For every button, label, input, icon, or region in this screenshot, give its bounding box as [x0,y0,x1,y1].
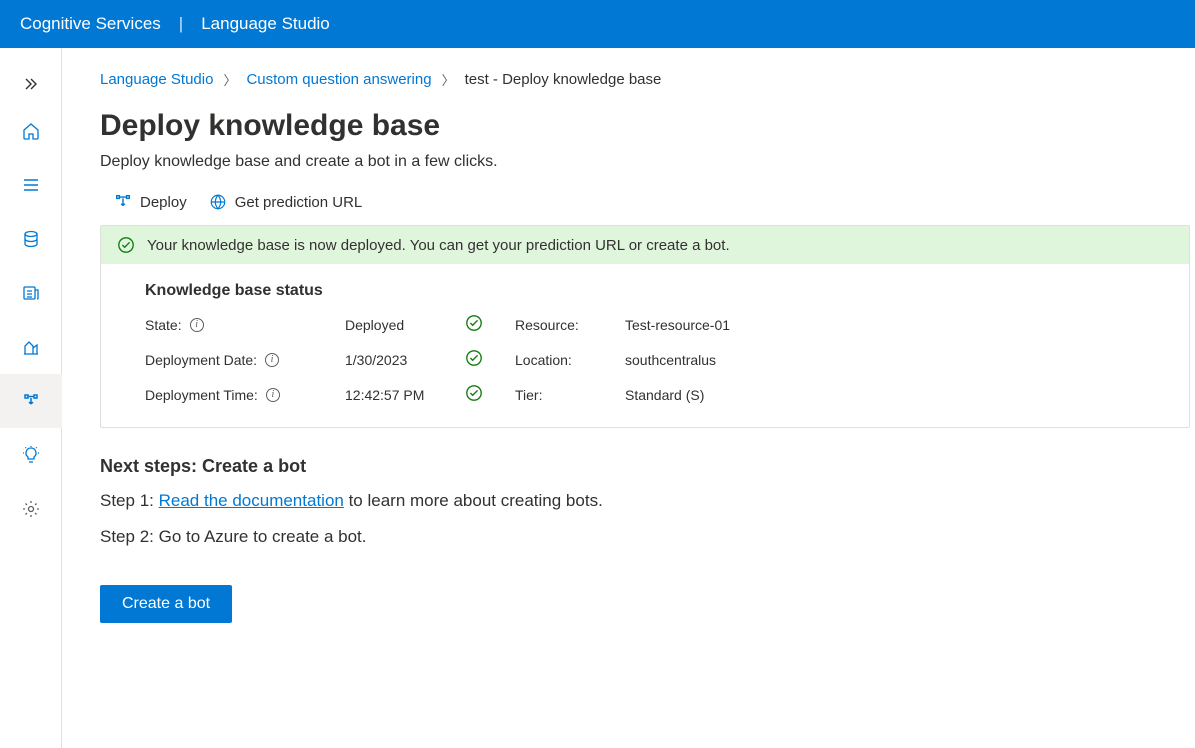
check-circle-icon [117,236,135,254]
breadcrumb: Language Studio 〉 Custom question answer… [100,70,1190,89]
left-rail [0,48,62,748]
date-label: Deployment Date: i [145,352,345,368]
database-icon [21,229,41,249]
rail-settings[interactable] [0,482,62,536]
chevron-right-icon: 〉 [442,70,455,89]
check-circle-icon [465,384,483,402]
rail-home[interactable] [0,104,62,158]
expand-rail-button[interactable] [0,64,62,104]
rail-database[interactable] [0,212,62,266]
location-value: southcentralus [625,352,825,368]
get-prediction-url-button[interactable]: Get prediction URL [209,193,363,211]
read-documentation-link[interactable]: Read the documentation [159,491,344,510]
app-name: Language Studio [201,14,330,34]
state-label: State: i [145,317,345,333]
time-value: 12:42:57 PM [345,387,465,403]
location-label: Location: [515,352,625,368]
status-heading: Knowledge base status [145,282,1145,300]
tier-label: Tier: [515,387,625,403]
resource-label: Resource: [515,317,625,333]
rail-deploy[interactable] [0,374,62,428]
globe-icon [209,193,227,211]
deploy-button[interactable]: Deploy [114,193,187,211]
deploy-icon [114,193,132,211]
home-icon [21,121,41,141]
rail-improve[interactable] [0,428,62,482]
product-name: Cognitive Services [20,14,161,34]
list-icon [21,175,41,195]
date-value: 1/30/2023 [345,352,465,368]
breadcrumb-current: test - Deploy knowledge base [465,71,662,88]
check-circle-icon [465,349,483,367]
info-icon[interactable]: i [265,353,279,367]
check-circle-icon [465,314,483,332]
success-banner: Your knowledge base is now deployed. You… [101,226,1189,264]
time-check [465,384,515,405]
info-icon[interactable]: i [266,388,280,402]
status-card: Your knowledge base is now deployed. You… [100,225,1190,428]
breadcrumb-link-2[interactable]: Custom question answering [246,71,431,88]
time-label: Deployment Time: i [145,387,345,403]
chevron-right-icon: 〉 [223,70,236,89]
tier-value: Standard (S) [625,387,825,403]
news-icon [21,283,41,303]
page-title: Deploy knowledge base [100,109,1190,143]
page-subtitle: Deploy knowledge base and create a bot i… [100,153,1190,171]
date-check [465,349,515,370]
gear-icon [21,499,41,519]
step-1: Step 1: Read the documentation to learn … [100,491,1190,511]
state-check [465,314,515,335]
building-icon [21,337,41,357]
toolbar: Deploy Get prediction URL [100,193,1190,211]
banner-text: Your knowledge base is now deployed. You… [147,237,730,254]
deploy-icon [21,391,41,411]
breadcrumb-link-1[interactable]: Language Studio [100,71,213,88]
get-prediction-url-label: Get prediction URL [235,194,363,211]
state-value: Deployed [345,317,465,333]
next-steps-heading: Next steps: Create a bot [100,456,1190,477]
create-bot-button[interactable]: Create a bot [100,585,232,623]
info-icon[interactable]: i [190,318,204,332]
lightbulb-icon [21,445,41,465]
chevron-right-double-icon [23,76,39,92]
header-divider: | [179,14,183,34]
resource-value: Test-resource-01 [625,317,825,333]
step-2: Step 2: Go to Azure to create a bot. [100,527,1190,547]
rail-model[interactable] [0,320,62,374]
rail-news[interactable] [0,266,62,320]
deploy-button-label: Deploy [140,194,187,211]
rail-list[interactable] [0,158,62,212]
top-bar: Cognitive Services | Language Studio [0,0,1195,48]
